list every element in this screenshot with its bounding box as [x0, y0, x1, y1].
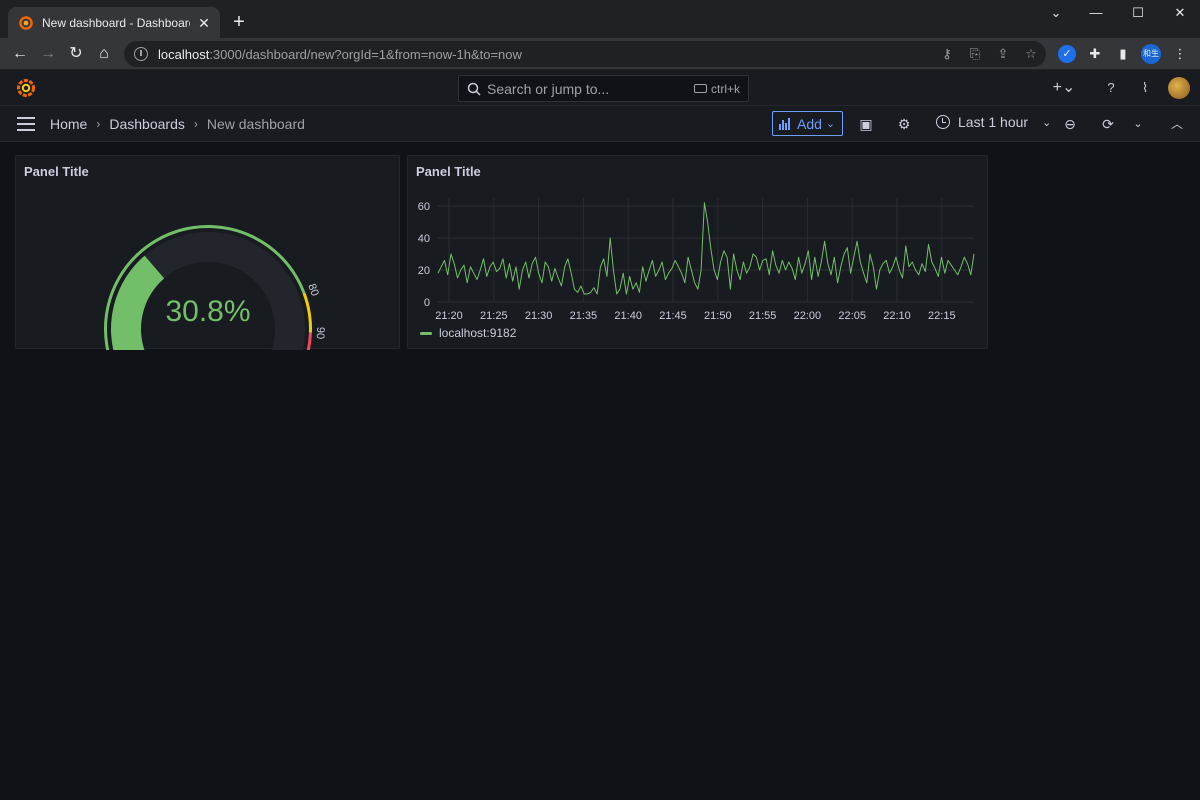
extensions-puzzle-icon[interactable]: ✚ [1085, 44, 1105, 64]
collapse-chevron-up-icon[interactable]: ︿ [1168, 115, 1186, 133]
bookmark-star-icon[interactable]: ☆ [1022, 45, 1040, 63]
timeseries-panel[interactable]: Panel Title 0 20 40 60 21:20 21:25 21:30 21:35 2… [407, 155, 988, 349]
clock-icon [936, 115, 950, 129]
chevron-down-icon: ⌄ [825, 118, 836, 130]
search-placeholder: Search or jump to... [487, 80, 610, 97]
grafana-topbar: Search or jump to... ctrl+k +⌄ ? ⌇ [0, 70, 1200, 106]
gauge-panel[interactable]: Panel Title 30.8%0809098 [15, 155, 400, 350]
y-tick-label: 60 [418, 201, 430, 213]
back-arrow-icon[interactable]: ← [8, 42, 32, 66]
reload-icon[interactable]: ↻ [64, 42, 88, 66]
tab-search-icon[interactable]: ⌄ [1036, 0, 1076, 28]
add-panel-icon [779, 117, 793, 130]
x-tick-label: 22:15 [928, 310, 956, 322]
profile-avatar[interactable]: 和生 [1141, 44, 1161, 64]
add-button[interactable]: Add ⌄ [772, 111, 843, 136]
chevron-down-icon: ⌄ [1042, 116, 1052, 129]
browser-tab[interactable]: New dashboard - Dashboards - G ✕ [8, 7, 220, 38]
x-tick-label: 21:30 [525, 310, 553, 322]
refresh-icon[interactable]: ⟳ [1099, 115, 1117, 133]
keyboard-icon [693, 84, 707, 93]
y-tick-label: 40 [418, 233, 430, 245]
x-tick-label: 21:35 [570, 310, 598, 322]
x-tick-label: 21:55 [749, 310, 777, 322]
x-tick-label: 22:05 [838, 310, 866, 322]
add-button-label: Add [797, 115, 822, 132]
search-icon [467, 82, 481, 96]
key-icon[interactable]: ⚷ [938, 45, 956, 63]
series-line [437, 202, 975, 295]
maximize-button[interactable]: ☐ [1118, 0, 1158, 28]
menu-hamburger-icon[interactable] [17, 117, 35, 131]
minimize-button[interactable]: — [1076, 0, 1116, 28]
news-rss-icon[interactable]: ⌇ [1136, 79, 1154, 97]
home-icon[interactable]: ⌂ [92, 42, 116, 66]
grafana-logo-icon[interactable] [16, 78, 36, 98]
gauge-value-arc [111, 255, 165, 350]
gauge-value-text: 30.8% [165, 295, 250, 328]
refresh-interval-chevron-icon[interactable]: ⌄ [1129, 115, 1147, 133]
breadcrumb: Home › Dashboards › New dashboard [50, 116, 305, 132]
translate-icon[interactable]: ⎘ [966, 45, 984, 63]
gauge-tick-label: 90 [314, 327, 326, 340]
browser-toolbar: ← → ↻ ⌂ localhost:3000/dashboard/new?org… [0, 38, 1200, 70]
search-input[interactable]: Search or jump to... ctrl+k [458, 75, 749, 102]
chevron-right-icon: › [96, 117, 101, 131]
settings-gear-icon[interactable]: ⚙ [895, 115, 913, 133]
forward-arrow-icon[interactable]: → [36, 42, 60, 66]
gauge-chart: 30.8%0809098 [104, 225, 326, 350]
site-info-icon[interactable] [134, 47, 148, 61]
time-range-label: Last 1 hour [958, 114, 1029, 130]
browser-menu-icon[interactable]: ⋮ [1170, 44, 1190, 64]
x-tick-label: 21:50 [704, 310, 732, 322]
x-tick-label: 21:40 [614, 310, 642, 322]
tab-close-icon[interactable]: ✕ [196, 15, 212, 31]
side-panel-icon[interactable]: ▮ [1113, 44, 1133, 64]
breadcrumb-home[interactable]: Home [50, 116, 87, 132]
y-tick-label: 20 [418, 265, 430, 277]
zoom-out-icon[interactable]: ⊖ [1061, 115, 1079, 133]
y-tick-label: 0 [424, 297, 430, 309]
help-icon[interactable]: ? [1102, 79, 1120, 97]
grafana-favicon-icon [19, 15, 33, 30]
breadcrumb-dashboards[interactable]: Dashboards [109, 116, 185, 132]
address-bar[interactable]: localhost:3000/dashboard/new?orgId=1&fro… [124, 41, 1046, 67]
dashboard-toolbar: Home › Dashboards › New dashboard Add ⌄ … [0, 106, 1200, 142]
time-picker[interactable]: Last 1 hour ⌄ [936, 114, 1051, 130]
gauge-tick-label: 80 [305, 282, 321, 298]
new-plus-dropdown-icon[interactable]: +⌄ [1050, 79, 1078, 97]
legend-swatch [420, 331, 432, 335]
new-tab-button[interactable]: + [228, 11, 250, 33]
search-shortcut: ctrl+k [693, 82, 740, 96]
browser-tabstrip: New dashboard - Dashboards - G ✕ + ⌄ — ☐… [0, 0, 1200, 38]
timeseries-chart: 0 20 40 60 21:20 21:25 21:30 21:35 21:40 21:45 21:… [418, 198, 975, 322]
x-tick-label: 22:10 [883, 310, 911, 322]
breadcrumb-current: New dashboard [206, 116, 305, 132]
x-tick-label: 21:45 [659, 310, 687, 322]
x-tick-label: 21:25 [480, 310, 508, 322]
close-window-button[interactable]: ✕ [1160, 0, 1200, 28]
x-tick-label: 22:00 [794, 310, 822, 322]
tab-title: New dashboard - Dashboards - G [42, 15, 190, 30]
save-icon[interactable]: ▣ [857, 115, 875, 133]
url-text: localhost:3000/dashboard/new?orgId=1&fro… [158, 46, 522, 62]
extension-check-icon[interactable]: ✓ [1058, 45, 1076, 63]
x-tick-label: 21:20 [435, 310, 463, 322]
share-icon[interactable]: ⇪ [994, 45, 1012, 63]
user-avatar[interactable] [1168, 77, 1190, 99]
legend-label: localhost:9182 [439, 326, 517, 340]
chevron-right-icon: › [193, 117, 198, 131]
legend-item[interactable]: localhost:9182 [420, 326, 516, 340]
